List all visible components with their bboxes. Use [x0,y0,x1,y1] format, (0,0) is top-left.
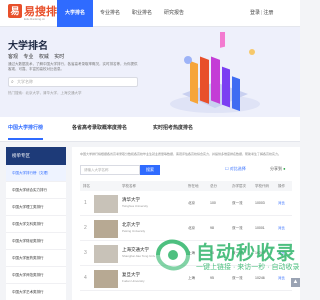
watermark-subtitle: 一键上链接 · 来访一秒 · 自动收录 [196,264,300,271]
row-compare-link[interactable]: 对比 [278,201,285,206]
row-english-name: Fudan University [122,279,145,283]
row-name[interactable]: 清华大学 [122,197,140,203]
row-name[interactable]: 复旦大学 [122,272,140,278]
tag-professional: 专业 [23,54,34,60]
col-level: 办学层次 [232,184,246,188]
row-code: 10001 [255,226,265,230]
nav-career-ranking[interactable]: 职业排名 [127,0,157,27]
row-score: 100 [210,201,216,205]
ranking-search-row: 请输入大学名称 搜索 ☐ 对比选择 分享到 ● [80,163,292,177]
site-logo[interactable]: 易 易搜排名 Edu.Ranking.cn [8,3,68,25]
row-english-name: Shanghai Jiao Tong Univ. [122,254,156,258]
watermark-title: 自动秒收录 [196,243,297,264]
auth-links: 登录|注册 [250,0,273,27]
search-icon: ⌕ [11,79,14,85]
row-code: 10003 [255,201,265,205]
row-location: 北京 [188,226,195,230]
top-header: 易 易搜排名 Edu.Ranking.cn 大学排名 专业排名 职业排名 研究报… [0,0,300,27]
col-location: 所在地 [188,184,199,188]
share-label: 分享到 [270,166,282,171]
row-score: 95 [210,276,214,280]
row-level: 双一流 [232,201,243,205]
tab-realtime-popularity[interactable]: 实时招考热度排名 [153,124,193,131]
row-name[interactable]: 上海交通大学 [122,247,149,253]
wechat-icon[interactable]: ● [283,166,285,171]
tab-province-admission[interactable]: 各省高考录取概率度排名 [72,124,127,131]
sidebar-item[interactable]: 中国大学综合实力排行 [6,182,66,199]
row-rank: 3 [84,250,87,256]
ranking-tabbar: 中国大学排行榜 各省高考录取概率度排名 实时招考热度排名 [0,117,300,142]
share-area: 分享到 ● [270,166,286,172]
ranking-panel: 中国大学排行榜根据各省高考录取分数和各高校毕业生就业质量等数据，客观评估各高校综… [72,147,300,300]
sidebar-item[interactable]: 中国大学艺术类排行 [6,284,66,300]
logo-icon: 易 [8,4,22,18]
row-level: 双一流 [232,276,243,280]
row-english-name: Peking University [122,229,146,233]
sidebar-item[interactable]: 中国大学理工类排行 [6,199,66,216]
university-photo [94,270,118,288]
row-rank: 2 [84,225,87,231]
row-english-name: Tsinghua University [122,204,149,208]
banner-title: 大学排名 [8,41,48,52]
col-action: 操作 [278,184,285,188]
watermark-logo-icon [156,239,190,271]
sidebar-item[interactable]: 中国大学医药类排行 [6,250,66,267]
back-to-top-icon[interactable]: ▲ [291,278,300,287]
tag-authoritative: 权威 [38,54,49,60]
row-score: 98 [210,226,214,230]
tag-realtime: 实时 [54,54,65,60]
row-level: 双一流 [232,226,243,230]
hero-banner: 大学排名 客观 专业 权威 实时 通过大数据技术，了解中国大学排行，各省高考录取… [0,27,300,117]
banner-search-input[interactable]: ⌕ 大学名称 [8,77,138,87]
ranking-note: 中国大学排行榜根据各省高考录取分数和各高校毕业生就业质量等数据，客观评估各高校综… [80,152,282,156]
watermark: 自动秒收录 一键上链接 · 来访一秒 · 自动收录 [152,236,300,276]
login-link[interactable]: 登录 [250,10,260,16]
sidebar-item[interactable]: 中国大学师范类排行 [6,267,66,284]
nav-major-ranking[interactable]: 专业排名 [95,0,125,27]
sidebar-title: 榜单专区 [6,147,66,165]
table-row[interactable]: 1 清华大学 Tsinghua University 北京 100 双一流 10… [80,192,292,216]
col-name: 学校名称 [122,184,136,188]
row-compare-link[interactable]: 对比 [278,276,285,281]
university-photo [94,220,118,238]
table-header: 排名 学校名称 所在地 总分 办学层次 学校代码 操作 [80,181,292,191]
sidebar-item[interactable]: 中国大学排行榜（文理） [6,165,66,182]
col-rank: 排名 [83,184,90,188]
register-link[interactable]: 注册 [263,10,273,16]
university-photo [94,195,118,213]
compare-select-button[interactable]: ☐ 对比选择 [225,166,246,172]
row-code: 10246 [255,276,265,280]
sidebar-item[interactable]: 中国大学财经类排行 [6,233,66,250]
page: 易 易搜排名 Edu.Ranking.cn 大学排名 专业排名 职业排名 研究报… [0,0,300,300]
nav-university-ranking[interactable]: 大学排名 [57,0,93,27]
row-rank: 4 [84,275,87,281]
sidebar: 榜单专区 中国大学排行榜（文理） 中国大学综合实力排行 中国大学理工类排行 中国… [6,147,66,300]
banner-search-placeholder: 大学名称 [17,79,33,84]
col-score: 总分 [210,184,217,188]
row-location: 上海 [188,276,195,280]
row-compare-link[interactable]: 对比 [278,226,285,231]
logo-subtitle: Edu.Ranking.cn [24,17,46,21]
university-photo [94,245,118,263]
row-location: 北京 [188,201,195,205]
sidebar-item[interactable]: 中国大学文科类排行 [6,216,66,233]
row-rank: 1 [84,200,87,206]
tab-china-university-ranking[interactable]: 中国大学排行榜 [8,124,44,140]
banner-tags: 客观 专业 权威 实时 [8,53,68,60]
university-search-input[interactable]: 请输入大学名称 [80,165,140,175]
search-button[interactable]: 搜索 [140,165,160,175]
row-name[interactable]: 北京大学 [122,222,140,228]
nav-research-report[interactable]: 研究报告 [159,0,189,27]
tag-objective: 客观 [8,54,19,60]
isometric-books-illustration [170,32,260,113]
col-code: 学校代码 [255,184,269,188]
hot-searches: 热门搜索：北京大学，清华大学，上海交通大学 [8,91,82,95]
banner-description: 通过大数据技术，了解中国大学排行，各省高考录取率概况，实时排名等，为你提供客观、… [8,62,138,71]
